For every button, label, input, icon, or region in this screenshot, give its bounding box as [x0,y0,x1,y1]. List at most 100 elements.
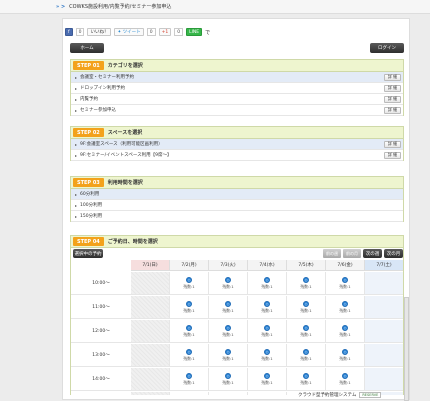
prev-week-button[interactable]: 前の週 [323,249,341,258]
detail-button[interactable]: 詳 細 [384,106,401,114]
remaining-count: 残数:1 [300,331,312,337]
category-item[interactable]: ▸ ドロップイン利用予約 詳 細 [71,83,403,94]
detail-button[interactable]: 詳 細 [384,84,401,92]
calendar-cell[interactable]: ○残数:1 [287,272,326,295]
step4-section: STEP 04 ご予約日、時間を選択 選択中の予約 前の週 前の月 次の週 次の… [70,235,404,395]
category-item[interactable]: ▸ 内覧予約 詳 細 [71,94,403,105]
selected-reservations-button[interactable]: 選択中の予約 [73,249,103,258]
calendar-cell[interactable]: ○残数:1 [248,320,287,343]
space-label: 9F:セミナー/イベントスペース利用【9席〜】 [80,153,172,158]
calendar-cell[interactable]: ○残数:1 [287,320,326,343]
calendar-cell[interactable]: ○残数:1 [287,344,326,367]
calendar-cell[interactable]: ○残数:1 [326,368,365,391]
available-slot-icon[interactable]: ○ [342,300,348,307]
available-slot-icon[interactable]: ○ [264,324,270,331]
login-button[interactable]: ログイン [370,43,404,53]
calendar-cell[interactable]: ○残数:1 [209,272,248,295]
calendar-cell [365,320,403,343]
category-item[interactable]: ▸ セミナー参加申込 詳 細 [71,105,403,116]
available-slot-icon[interactable]: ○ [303,372,309,379]
available-slot-icon[interactable]: ○ [342,348,348,355]
calendar-cell [365,344,403,367]
scrollbar[interactable] [404,297,409,401]
space-item[interactable]: ▸ 9F:会議室スペース（利用可能区画利用） 詳 細 [71,139,403,150]
detail-button[interactable]: 詳 細 [384,151,401,159]
detail-button[interactable]: 詳 細 [384,73,401,81]
calendar-cell [365,272,403,295]
line-button[interactable]: LINE [186,28,203,36]
available-slot-icon[interactable]: ○ [225,324,231,331]
home-button[interactable]: ホーム [70,43,104,53]
available-slot-icon[interactable]: ○ [264,348,270,355]
next-week-button[interactable]: 次の週 [363,249,382,258]
calendar-cell[interactable]: ○残数:1 [170,368,209,391]
remaining-count: 残数:1 [183,379,195,385]
twitter-icon: ✦ [117,29,122,35]
step1-section: STEP 01 カテゴリを選択 ▸ 会議室・セミナー利用予約 詳 細 ▸ ドロッ… [70,59,404,116]
detail-button[interactable]: 詳 細 [384,95,401,103]
arrow-right-icon: ▸ [75,96,78,102]
calendar-cell[interactable]: ○残数:1 [170,320,209,343]
available-slot-icon[interactable]: ○ [303,300,309,307]
available-slot-icon[interactable]: ○ [225,348,231,355]
available-slot-icon[interactable]: ○ [264,300,270,307]
available-slot-icon[interactable]: ○ [186,324,192,331]
available-slot-icon[interactable]: ○ [225,300,231,307]
calendar-cell[interactable]: ○残数:1 [209,320,248,343]
calendar-cell[interactable]: ○残数:1 [287,368,326,391]
calendar-cell[interactable]: ○残数:1 [170,296,209,319]
calendar-cell[interactable]: ○残数:1 [326,272,365,295]
duration-label: 60分利用 [80,192,100,197]
prev-month-button[interactable]: 前の月 [343,249,361,258]
calendar-cell[interactable]: ○残数:1 [248,296,287,319]
detail-button[interactable]: 詳 細 [384,140,401,148]
available-slot-icon[interactable]: ○ [342,324,348,331]
tweet-button[interactable]: ✦ ツイート [114,28,144,36]
calendar-cell[interactable]: ○残数:1 [287,296,326,319]
available-slot-icon[interactable]: ○ [303,348,309,355]
step3-title: 利用時間を選択 [107,180,143,186]
calendar-cell[interactable]: ○残数:1 [170,344,209,367]
available-slot-icon[interactable]: ○ [264,372,270,379]
remaining-count: 残数:1 [300,283,312,289]
category-label: ドロップイン利用予約 [80,86,126,91]
available-slot-icon[interactable]: ○ [186,276,192,283]
next-month-button[interactable]: 次の月 [384,249,403,258]
like-button[interactable]: いいね！ [87,28,112,36]
calendar-cell[interactable]: ○残数:1 [209,344,248,367]
available-slot-icon[interactable]: ○ [225,372,231,379]
available-slot-icon[interactable]: ○ [186,348,192,355]
space-item[interactable]: ▸ 9F:セミナー/イベントスペース利用【9席〜】 詳 細 [71,150,403,161]
category-item[interactable]: ▸ 会議室・セミナー利用予約 詳 細 [71,72,403,83]
available-slot-icon[interactable]: ○ [342,372,348,379]
available-slot-icon[interactable]: ○ [225,276,231,283]
calendar-cell[interactable]: ○残数:1 [248,344,287,367]
step3-badge: STEP 03 [73,178,104,187]
footer-brand: クラウド型予約管理システム [298,393,357,398]
facebook-button[interactable]: f [65,28,73,36]
calendar-cell[interactable]: ○残数:1 [209,296,248,319]
calendar-cell[interactable]: ○残数:1 [248,368,287,391]
calendar-cell[interactable]: ○残数:1 [248,392,287,395]
available-slot-icon[interactable]: ○ [186,372,192,379]
duration-item[interactable]: ▸ 100分利用 [71,200,403,211]
remaining-count: 残数:1 [222,355,234,361]
calendar-cell [131,320,170,343]
calendar-cell[interactable]: ○残数:1 [170,272,209,295]
available-slot-icon[interactable]: ○ [303,276,309,283]
available-slot-icon[interactable]: ○ [264,276,270,283]
duration-item[interactable]: ▸ 60分利用 [71,189,403,200]
calendar-cell[interactable]: ○残数:1 [248,272,287,295]
gplus-button[interactable]: +1 [158,28,172,36]
available-slot-icon[interactable]: ○ [186,300,192,307]
available-slot-icon[interactable]: ○ [342,276,348,283]
calendar-cell[interactable]: ○残数:1 [209,368,248,391]
duration-item[interactable]: ▸ 150分利用 [71,211,403,222]
calendar-cell[interactable]: ○残数:1 [326,320,365,343]
tweet-label: ツイート [122,30,141,35]
calendar-cell[interactable]: ○残数:1 [170,392,209,395]
calendar-cell[interactable]: ○残数:1 [209,392,248,395]
calendar-cell[interactable]: ○残数:1 [326,344,365,367]
available-slot-icon[interactable]: ○ [303,324,309,331]
calendar-cell[interactable]: ○残数:1 [326,296,365,319]
